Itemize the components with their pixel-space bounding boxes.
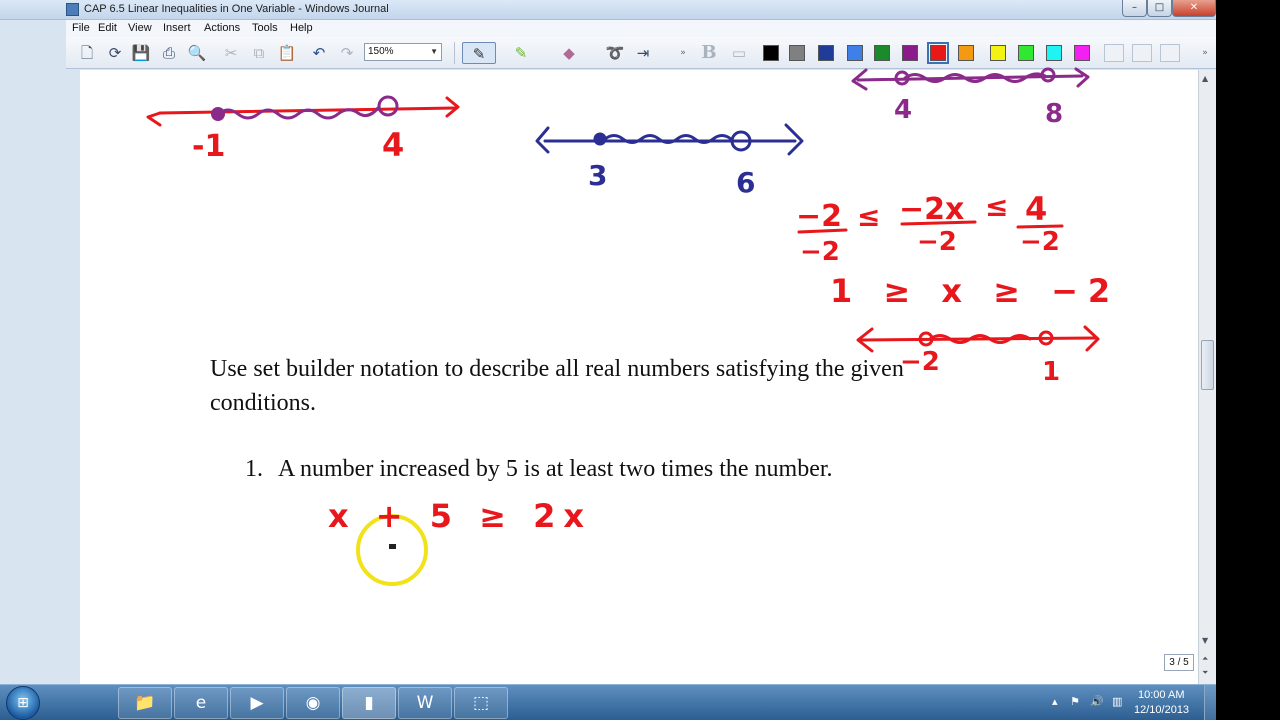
show-desktop-button[interactable] — [1204, 685, 1216, 720]
snip-icon[interactable]: ⬚ — [454, 687, 508, 719]
number-line-1-right-label: 4 — [382, 126, 404, 164]
taskbar: ⊞ 📁 e ▶ ◉ ▮ W ⬚ ▴ ⚑ 🔊 ▥ 10:00 AM 12/10/2… — [0, 684, 1216, 720]
word-icon[interactable]: W — [398, 687, 452, 719]
chrome-icon[interactable]: ◉ — [286, 687, 340, 719]
division-leq-symbol-2: ≤ — [985, 190, 1008, 223]
number-line-1-open-point — [377, 95, 399, 117]
media-icon[interactable]: ▶ — [230, 687, 284, 719]
number-line-1-closed-point — [211, 107, 225, 121]
volume-icon[interactable]: 🔊 — [1090, 695, 1104, 708]
journal-icon[interactable]: ▮ — [342, 687, 396, 719]
number-line-4-right-label: 1 — [1042, 357, 1060, 387]
number-line-1-left-label: -1 — [192, 129, 225, 164]
number-line-2-closed-point — [593, 132, 607, 146]
page-number-indicator[interactable]: 3 / 5 — [1164, 654, 1194, 671]
next-page-icon[interactable]: ⏷ — [1202, 668, 1208, 678]
problem-1-handwritten-work: x + 5 ≥ 2x — [328, 497, 592, 535]
number-line-4 — [856, 325, 1100, 353]
number-line-3-right-label: 8 — [1045, 99, 1063, 129]
division-numerator-left: −2 — [796, 199, 842, 234]
number-line-4-left-label: −2 — [900, 347, 940, 377]
vertical-scrollbar[interactable]: ▲ ▼ ⏶ ⏷ — [1198, 70, 1216, 684]
number-line-2-shading — [603, 134, 733, 144]
pen-cursor-icon — [389, 544, 396, 549]
division-numerator-middle: −2x — [899, 192, 964, 227]
division-numerator-right: 4 — [1025, 190, 1047, 228]
number-line-1-left-arrow — [146, 111, 162, 127]
result-inequality: 1 ≥ x ≥ −2 — [830, 272, 1120, 310]
network-icon[interactable]: ▥ — [1112, 695, 1122, 708]
number-line-3 — [851, 67, 1090, 91]
scroll-down-icon[interactable]: ▼ — [1202, 636, 1208, 645]
folder-icon[interactable]: 📁 — [118, 687, 172, 719]
scroll-thumb[interactable] — [1201, 340, 1214, 390]
division-leq-symbol-1: ≤ — [857, 200, 880, 233]
system-tray: ▴ ⚑ 🔊 ▥ 10:00 AM 12/10/2013 — [1040, 685, 1216, 720]
handwritten-ink-layer: -1 4 3 6 4 8 −2 ≤ −2x ≤ 4 −2 −2 −2 1 ≥ x… — [146, 67, 1120, 586]
show-hidden-icons-icon[interactable]: ▴ — [1052, 695, 1058, 708]
division-denominator-left: −2 — [800, 237, 840, 267]
clock-time[interactable]: 10:00 AM — [1138, 689, 1184, 701]
number-line-2-left-label: 3 — [588, 159, 607, 192]
number-line-4-axis — [860, 336, 1097, 342]
action-center-icon[interactable]: ⚑ — [1070, 695, 1080, 708]
number-line-3-left-label: 4 — [894, 95, 912, 125]
scroll-up-icon[interactable]: ▲ — [1202, 74, 1208, 83]
number-line-2 — [535, 123, 804, 156]
number-line-2-right-label: 6 — [736, 166, 755, 199]
division-denominator-right: −2 — [1020, 227, 1060, 257]
previous-page-icon[interactable]: ⏶ — [1202, 654, 1208, 664]
division-denominator-middle: −2 — [917, 227, 957, 257]
start-button[interactable]: ⊞ — [6, 686, 40, 720]
journal-window: CAP 6.5 Linear Inequalities in One Varia… — [0, 0, 1216, 684]
clock-date[interactable]: 12/10/2013 — [1134, 704, 1189, 716]
ie-icon[interactable]: e — [174, 687, 228, 719]
